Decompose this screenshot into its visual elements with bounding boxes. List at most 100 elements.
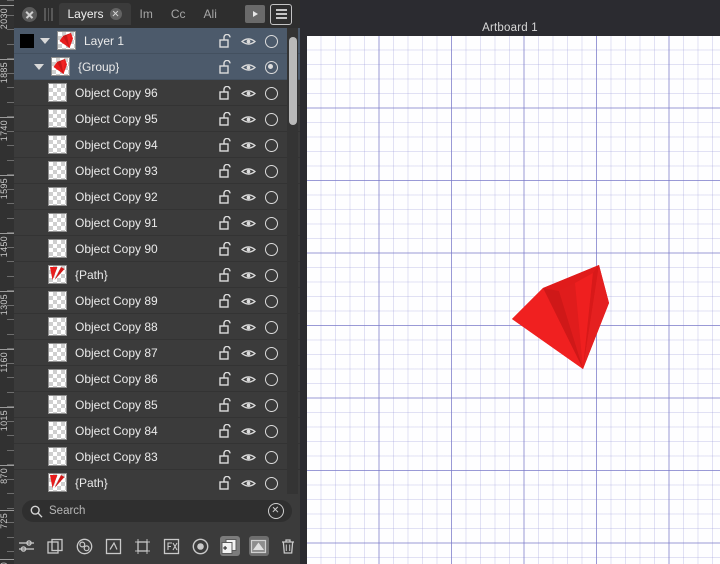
disclosure-triangle-icon[interactable] <box>40 38 50 44</box>
target-circle-icon[interactable] <box>265 295 278 308</box>
artboard-canvas[interactable] <box>307 36 720 564</box>
scrollbar-thumb[interactable] <box>289 37 297 125</box>
unlocked-padlock-icon[interactable] <box>219 346 232 360</box>
target-circle-icon[interactable] <box>265 347 278 360</box>
eye-icon[interactable] <box>241 192 256 203</box>
panel-drag-handle[interactable] <box>44 8 53 21</box>
target-circle-icon[interactable] <box>265 165 278 178</box>
layer-row[interactable]: Layer 1 <box>14 28 300 54</box>
fx-layer-icon[interactable] <box>162 536 182 556</box>
target-circle-icon[interactable] <box>265 477 278 490</box>
record-circle-icon[interactable] <box>191 536 211 556</box>
layer-row[interactable]: Object Copy 83 <box>14 444 300 470</box>
layer-row[interactable]: Object Copy 88 <box>14 314 300 340</box>
unlocked-padlock-icon[interactable] <box>219 476 232 490</box>
unlocked-padlock-icon[interactable] <box>219 268 232 282</box>
clear-icon[interactable] <box>268 503 284 519</box>
layer-row[interactable]: Object Copy 93 <box>14 158 300 184</box>
layer-row[interactable]: Object Copy 96 <box>14 80 300 106</box>
eye-icon[interactable] <box>241 478 256 489</box>
tab-cc[interactable]: Cc <box>162 3 195 25</box>
layer-row[interactable]: Object Copy 86 <box>14 366 300 392</box>
trash-icon[interactable] <box>278 536 298 556</box>
tab-close-icon[interactable] <box>110 8 122 20</box>
canvas-area[interactable]: Artboard 1 <box>300 0 720 564</box>
duplicate-layer-icon[interactable] <box>46 536 66 556</box>
layer-row[interactable]: Object Copy 94 <box>14 132 300 158</box>
unlocked-padlock-icon[interactable] <box>219 294 232 308</box>
eye-icon[interactable] <box>241 244 256 255</box>
target-circle-icon[interactable] <box>265 451 278 464</box>
eye-icon[interactable] <box>241 114 256 125</box>
target-circle-icon[interactable] <box>265 243 278 256</box>
target-circle-icon[interactable] <box>265 139 278 152</box>
disclosure-triangle-icon[interactable] <box>34 64 44 70</box>
eye-icon[interactable] <box>241 452 256 463</box>
more-tabs-icon[interactable] <box>245 5 265 23</box>
target-circle-icon[interactable] <box>265 269 278 282</box>
search-input[interactable] <box>49 505 268 517</box>
search-box[interactable] <box>22 500 292 522</box>
layer-list[interactable]: Layer 1{Group}Object Copy 96Object Copy … <box>14 28 300 494</box>
unlocked-padlock-icon[interactable] <box>219 190 232 204</box>
layer-row[interactable]: Object Copy 92 <box>14 184 300 210</box>
unlocked-padlock-icon[interactable] <box>219 216 232 230</box>
target-circle-icon[interactable] <box>265 191 278 204</box>
adjustment-sliders-icon[interactable] <box>17 536 37 556</box>
mask-fill-icon[interactable] <box>249 536 269 556</box>
unlocked-padlock-icon[interactable] <box>219 60 232 74</box>
crop-frame-icon[interactable] <box>133 536 153 556</box>
unlocked-padlock-icon[interactable] <box>219 86 232 100</box>
layer-row[interactable]: {Group} <box>14 54 300 80</box>
eye-icon[interactable] <box>241 322 256 333</box>
layer-row[interactable]: Object Copy 95 <box>14 106 300 132</box>
eye-icon[interactable] <box>241 36 256 47</box>
add-layer-icon[interactable] <box>220 536 240 556</box>
unlocked-padlock-icon[interactable] <box>219 450 232 464</box>
unlocked-padlock-icon[interactable] <box>219 34 232 48</box>
unlocked-padlock-icon[interactable] <box>219 424 232 438</box>
unlocked-padlock-icon[interactable] <box>219 398 232 412</box>
eye-icon[interactable] <box>241 140 256 151</box>
layer-row[interactable]: Object Copy 89 <box>14 288 300 314</box>
close-icon[interactable] <box>22 7 37 22</box>
target-circle-icon[interactable] <box>265 425 278 438</box>
eye-icon[interactable] <box>241 374 256 385</box>
effects-icon[interactable] <box>104 536 124 556</box>
layer-color-swatch[interactable] <box>20 34 34 48</box>
eye-icon[interactable] <box>241 218 256 229</box>
unlocked-padlock-icon[interactable] <box>219 164 232 178</box>
tab-im[interactable]: Im <box>131 3 162 25</box>
eye-icon[interactable] <box>241 270 256 281</box>
target-circle-icon[interactable] <box>265 87 278 100</box>
layer-row[interactable]: Object Copy 91 <box>14 210 300 236</box>
layer-row[interactable]: {Path} <box>14 470 300 494</box>
eye-icon[interactable] <box>241 296 256 307</box>
eye-icon[interactable] <box>241 348 256 359</box>
layer-row[interactable]: Object Copy 90 <box>14 236 300 262</box>
layer-list-scrollbar[interactable] <box>287 28 298 494</box>
unlocked-padlock-icon[interactable] <box>219 372 232 386</box>
tab-ali[interactable]: Ali <box>195 3 226 25</box>
panel-menu-icon[interactable] <box>270 4 292 25</box>
target-circle-icon[interactable] <box>265 61 278 74</box>
tab-layers[interactable]: Layers <box>59 3 131 25</box>
mask-circles-icon[interactable] <box>75 536 95 556</box>
layer-row[interactable]: {Path} <box>14 262 300 288</box>
target-circle-icon[interactable] <box>265 113 278 126</box>
target-circle-icon[interactable] <box>265 399 278 412</box>
unlocked-padlock-icon[interactable] <box>219 112 232 126</box>
layer-row[interactable]: Object Copy 87 <box>14 340 300 366</box>
unlocked-padlock-icon[interactable] <box>219 138 232 152</box>
target-circle-icon[interactable] <box>265 35 278 48</box>
red-gem-polygon[interactable] <box>507 261 617 376</box>
eye-icon[interactable] <box>241 62 256 73</box>
target-circle-icon[interactable] <box>265 321 278 334</box>
target-circle-icon[interactable] <box>265 217 278 230</box>
eye-icon[interactable] <box>241 88 256 99</box>
eye-icon[interactable] <box>241 426 256 437</box>
target-circle-icon[interactable] <box>265 373 278 386</box>
eye-icon[interactable] <box>241 400 256 411</box>
layer-row[interactable]: Object Copy 84 <box>14 418 300 444</box>
layer-row[interactable]: Object Copy 85 <box>14 392 300 418</box>
